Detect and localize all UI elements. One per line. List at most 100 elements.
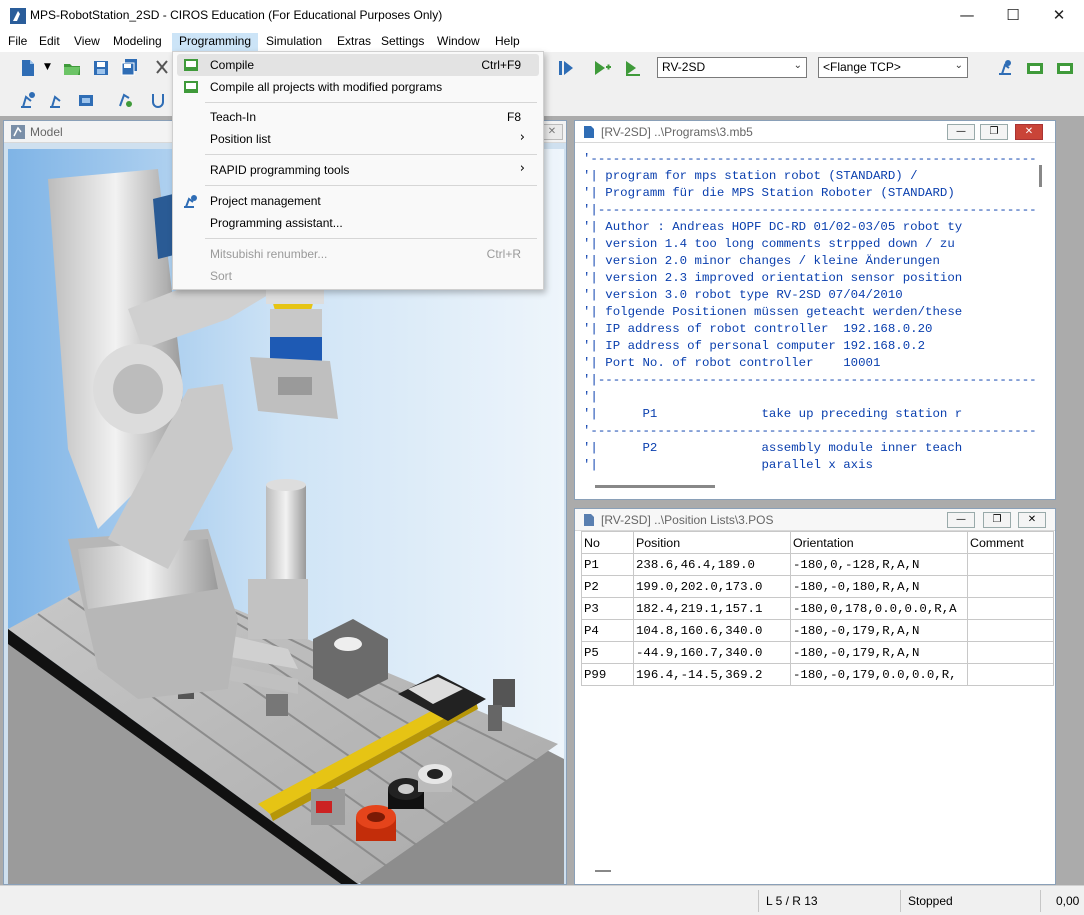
cell-no[interactable]: P2 [581, 575, 634, 598]
column-header-orientation[interactable]: Orientation [790, 531, 968, 554]
code-line[interactable]: '| IP address of personal computer 192.1… [583, 338, 1041, 355]
new-file-icon[interactable] [18, 58, 38, 78]
code-line[interactable]: '| P2 assembly module inner teach [583, 440, 1041, 457]
column-header-no[interactable]: No [581, 531, 634, 554]
menu-window[interactable]: Window [430, 33, 487, 51]
cell-no[interactable]: P5 [581, 641, 634, 664]
robot-reset-icon[interactable] [115, 90, 135, 110]
cell-position[interactable]: 182.4,219.1,157.1 [633, 597, 791, 620]
add-point-icon[interactable] [592, 58, 612, 78]
open-folder-icon[interactable] [62, 58, 82, 78]
vertical-scrollbar[interactable] [1039, 165, 1042, 187]
close-icon[interactable]: ✕ [1015, 124, 1043, 140]
code-line[interactable]: '---------------------------------------… [583, 151, 1041, 168]
cell-orientation[interactable]: -180,-0,179,R,A,N [790, 641, 968, 664]
menu-item-rapid-tools[interactable]: RAPID programming tools › [177, 159, 539, 181]
tcp-select[interactable]: <Flange TCP> ⌄ [818, 57, 968, 78]
table-row[interactable]: P99 196.4,-14.5,369.2 -180,-0,179,0.0,0.0,… [581, 663, 1054, 686]
minimize-icon[interactable]: — [947, 124, 975, 140]
menu-item-compile[interactable]: Compile Ctrl+F9 [177, 54, 539, 76]
menu-edit[interactable]: Edit [32, 33, 67, 51]
maximize-button[interactable]: ☐ [990, 0, 1036, 32]
code-line[interactable]: '| folgende Positionen müssen geteacht w… [583, 304, 1041, 321]
code-line[interactable]: '| IP address of robot controller 192.16… [583, 321, 1041, 338]
program-window-titlebar[interactable]: [RV-2SD] ..\Programs\3.mb5 — ❐ ✕ [575, 121, 1055, 143]
position-window-titlebar[interactable]: [RV-2SD] ..\Position Lists\3.POS — ❐ ✕ [575, 509, 1055, 531]
cell-comment[interactable] [967, 575, 1054, 598]
gripper-icon[interactable] [148, 90, 168, 110]
cell-no[interactable]: P99 [581, 663, 634, 686]
horizontal-scrollbar[interactable] [595, 485, 715, 488]
column-header-position[interactable]: Position [633, 531, 791, 554]
code-line[interactable]: '| [583, 389, 1041, 406]
code-line[interactable]: '| version 3.0 robot type RV-2SD 07/04/2… [583, 287, 1041, 304]
step-end-icon[interactable] [556, 58, 576, 78]
table-row[interactable]: P4 104.8,160.6,340.0 -180,-0,179,R,A,N [581, 619, 1054, 642]
cell-orientation[interactable]: -180,-0,179,0.0,0.0,R, [790, 663, 968, 686]
table-row[interactable]: P1 238.6,46.4,189.0 -180,0,-128,R,A,N [581, 553, 1054, 576]
cell-orientation[interactable]: -180,0,178,0.0,0.0,R,A [790, 597, 968, 620]
cell-position[interactable]: -44.9,160.7,340.0 [633, 641, 791, 664]
table-row[interactable]: P3 182.4,219.1,157.1 -180,0,178,0.0,0.0,R,… [581, 597, 1054, 620]
robot-select[interactable]: RV-2SD ⌄ [657, 57, 807, 78]
cell-comment[interactable] [967, 663, 1054, 686]
code-line[interactable]: '| version 2.3 improved orientation sens… [583, 270, 1041, 287]
code-line[interactable]: '---------------------------------------… [583, 423, 1041, 440]
code-line[interactable]: '| P1 take up preceding station r [583, 406, 1041, 423]
cell-position[interactable]: 238.6,46.4,189.0 [633, 553, 791, 576]
cell-no[interactable]: P4 [581, 619, 634, 642]
model-close-icon[interactable]: ✕ [541, 124, 563, 140]
code-line[interactable]: '| version 2.0 minor changes / kleine Än… [583, 253, 1041, 270]
cell-orientation[interactable]: -180,-0,179,R,A,N [790, 619, 968, 642]
cell-no[interactable]: P1 [581, 553, 634, 576]
menu-extras[interactable]: Extras [330, 33, 378, 51]
menu-simulation[interactable]: Simulation [259, 33, 329, 51]
minimize-button[interactable]: — [944, 0, 990, 32]
robot-teach-icon[interactable] [995, 58, 1015, 78]
save-all-icon[interactable] [120, 58, 140, 78]
minimize-icon[interactable]: — [947, 512, 975, 528]
menu-item-position-list[interactable]: Position list › [177, 128, 539, 150]
menu-file[interactable]: File [1, 33, 34, 51]
table-row[interactable]: P2 199.0,202.0,173.0 -180,-0,180,R,A,N [581, 575, 1054, 598]
menu-view[interactable]: View [67, 33, 107, 51]
menu-help[interactable]: Help [488, 33, 527, 51]
program-editor-window[interactable]: [RV-2SD] ..\Programs\3.mb5 — ❐ ✕ '------… [574, 120, 1056, 500]
cell-position[interactable]: 196.4,-14.5,369.2 [633, 663, 791, 686]
station-2-icon[interactable] [1055, 58, 1075, 78]
cell-position[interactable]: 199.0,202.0,173.0 [633, 575, 791, 598]
code-line[interactable]: '| Port No. of robot controller 10001 [583, 355, 1041, 372]
close-button[interactable]: ✕ [1036, 0, 1082, 32]
table-row[interactable]: P5 -44.9,160.7,340.0 -180,-0,179,R,A,N [581, 641, 1054, 664]
menu-item-teach-in[interactable]: Teach-In F8 [177, 106, 539, 128]
position-table[interactable]: No Position Orientation Comment P1 238.6,… [581, 531, 1054, 686]
cut-icon[interactable] [152, 58, 172, 78]
menu-settings[interactable]: Settings [374, 33, 431, 51]
cell-no[interactable]: P3 [581, 597, 634, 620]
close-icon[interactable]: ✕ [1018, 512, 1046, 528]
code-line[interactable]: '| version 1.4 too long comments strpped… [583, 236, 1041, 253]
column-header-comment[interactable]: Comment [967, 531, 1054, 554]
cell-comment[interactable] [967, 597, 1054, 620]
robot-joint-icon[interactable] [47, 90, 67, 110]
menu-item-programming-assistant[interactable]: Programming assistant... [177, 212, 539, 234]
station-icon[interactable] [1025, 58, 1045, 78]
robot-view-icon[interactable] [18, 90, 38, 110]
cell-position[interactable]: 104.8,160.6,340.0 [633, 619, 791, 642]
horizontal-scrollbar[interactable] [595, 870, 611, 872]
save-icon[interactable] [91, 58, 111, 78]
menu-item-project-management[interactable]: Project management [177, 190, 539, 212]
restore-icon[interactable]: ❐ [980, 124, 1008, 140]
code-line[interactable]: '| program for mps station robot (STANDA… [583, 168, 1041, 185]
code-line[interactable]: '|--------------------------------------… [583, 202, 1041, 219]
position-list-window[interactable]: [RV-2SD] ..\Position Lists\3.POS — ❐ ✕ N… [574, 508, 1056, 885]
restore-icon[interactable]: ❐ [983, 512, 1011, 528]
code-line[interactable]: '|--------------------------------------… [583, 372, 1041, 389]
cell-orientation[interactable]: -180,-0,180,R,A,N [790, 575, 968, 598]
code-line[interactable]: '| parallel x axis [583, 457, 1041, 474]
run-point-icon[interactable] [623, 58, 643, 78]
cell-comment[interactable] [967, 553, 1054, 576]
cell-comment[interactable] [967, 641, 1054, 664]
robot-io-icon[interactable] [76, 90, 96, 110]
menu-programming[interactable]: Programming [172, 33, 259, 51]
